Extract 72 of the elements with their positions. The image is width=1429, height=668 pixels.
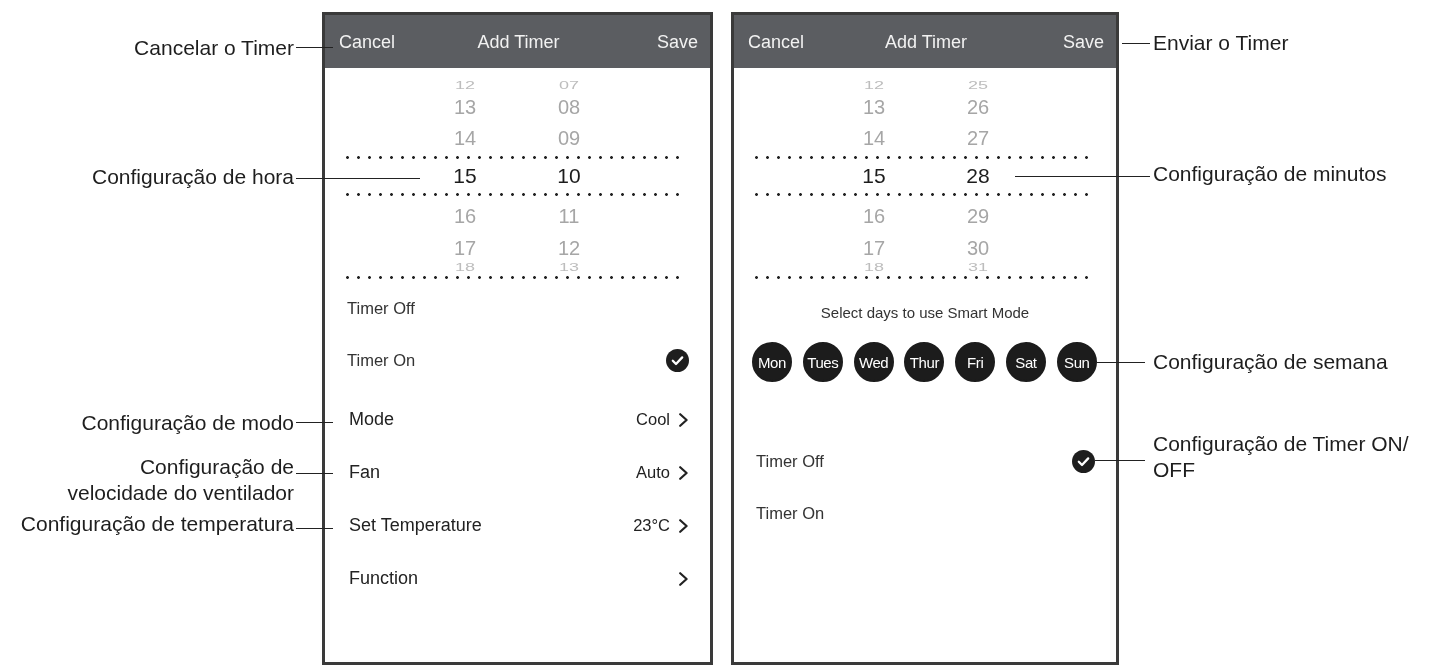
hour-option[interactable]: 14	[453, 126, 477, 150]
chevron-right-icon	[679, 412, 688, 427]
days-prompt: Select days to use Smart Mode	[820, 303, 1030, 323]
minute-option[interactable]: 12	[557, 236, 581, 260]
hour-option[interactable]: 12	[864, 80, 884, 90]
screen-title: Add Timer	[885, 30, 967, 53]
minute-option[interactable]: 25	[968, 80, 988, 90]
hour-option[interactable]: 18	[455, 262, 475, 272]
leader-line	[296, 473, 333, 475]
timer-option[interactable]: Timer On	[734, 487, 1116, 539]
day-button[interactable]: Sat	[1006, 342, 1046, 382]
setting-row[interactable]: Fan Auto	[325, 446, 710, 499]
hour-option[interactable]: 16	[862, 204, 886, 228]
hour-option[interactable]: 17	[453, 236, 477, 260]
callout-label: Configuração de modo	[81, 410, 294, 436]
minute-option[interactable]: 10	[557, 164, 581, 188]
day-button[interactable]: Wed	[853, 342, 894, 382]
callout-label: Cancelar o Timer	[134, 35, 294, 61]
callout-label: Configuração de velocidade do ventilador	[66, 454, 294, 506]
callout-label: Configuração de semana	[1153, 349, 1388, 375]
hour-option[interactable]: 15	[862, 164, 886, 188]
day-button[interactable]: Tues	[802, 342, 843, 382]
day-button[interactable]: Thur	[904, 342, 945, 382]
leader-line	[1095, 460, 1145, 462]
day-button[interactable]: Mon	[752, 342, 792, 382]
save-button[interactable]: Save	[1062, 30, 1104, 53]
cancel-button[interactable]: Cancel	[748, 30, 805, 53]
leader-line	[1097, 362, 1145, 364]
minute-option[interactable]: 28	[966, 164, 990, 188]
screen-title: Add Timer	[477, 30, 560, 53]
callout-label: Configuração de Timer ON/ OFF	[1153, 431, 1410, 483]
cancel-button[interactable]: Cancel	[339, 30, 396, 53]
callout-label: Enviar o Timer	[1153, 30, 1289, 56]
save-button[interactable]: Save	[656, 30, 698, 53]
timer-option[interactable]: Timer On	[325, 334, 710, 386]
minute-option[interactable]: 08	[557, 95, 581, 119]
check-icon	[1072, 449, 1095, 473]
setting-row[interactable]: Function	[325, 552, 710, 605]
hour-option[interactable]: 17	[862, 236, 886, 260]
minute-option[interactable]: 31	[968, 262, 988, 272]
chevron-right-icon	[679, 465, 688, 480]
chevron-right-icon	[679, 571, 688, 586]
leader-line	[296, 47, 333, 49]
minute-option[interactable]: 09	[557, 126, 581, 150]
leader-line	[296, 528, 333, 530]
hour-option[interactable]: 14	[862, 126, 886, 150]
chevron-right-icon	[679, 518, 688, 533]
minute-option[interactable]: 26	[966, 95, 990, 119]
hour-option[interactable]: 12	[455, 80, 475, 90]
minute-option[interactable]: 29	[966, 204, 990, 228]
day-button[interactable]: Fri	[955, 342, 996, 382]
hour-option[interactable]: 13	[453, 95, 477, 119]
check-icon	[666, 348, 689, 372]
timer-option[interactable]: Timer Off	[325, 282, 710, 334]
hour-option[interactable]: 15	[453, 164, 477, 188]
minute-option[interactable]: 27	[966, 126, 990, 150]
day-button[interactable]: Sun	[1056, 342, 1097, 382]
leader-line	[1122, 43, 1150, 45]
timer-option[interactable]: Timer Off	[734, 435, 1116, 487]
callout-label: Configuração de minutos	[1153, 161, 1387, 187]
minute-option[interactable]: 11	[558, 204, 580, 228]
hour-option[interactable]: 16	[453, 204, 477, 228]
callout-label: Configuração de temperatura	[20, 511, 294, 537]
hour-option[interactable]: 13	[862, 95, 886, 119]
hour-option[interactable]: 18	[864, 262, 884, 272]
minute-option[interactable]: 30	[966, 236, 990, 260]
leader-line	[296, 422, 333, 424]
minute-option[interactable]: 13	[559, 262, 579, 272]
setting-row[interactable]: Set Temperature 23°C	[325, 499, 710, 552]
setting-row[interactable]: Mode Cool	[325, 393, 710, 446]
minute-option[interactable]: 07	[559, 80, 579, 90]
callout-label: Configuração de hora	[92, 164, 294, 190]
